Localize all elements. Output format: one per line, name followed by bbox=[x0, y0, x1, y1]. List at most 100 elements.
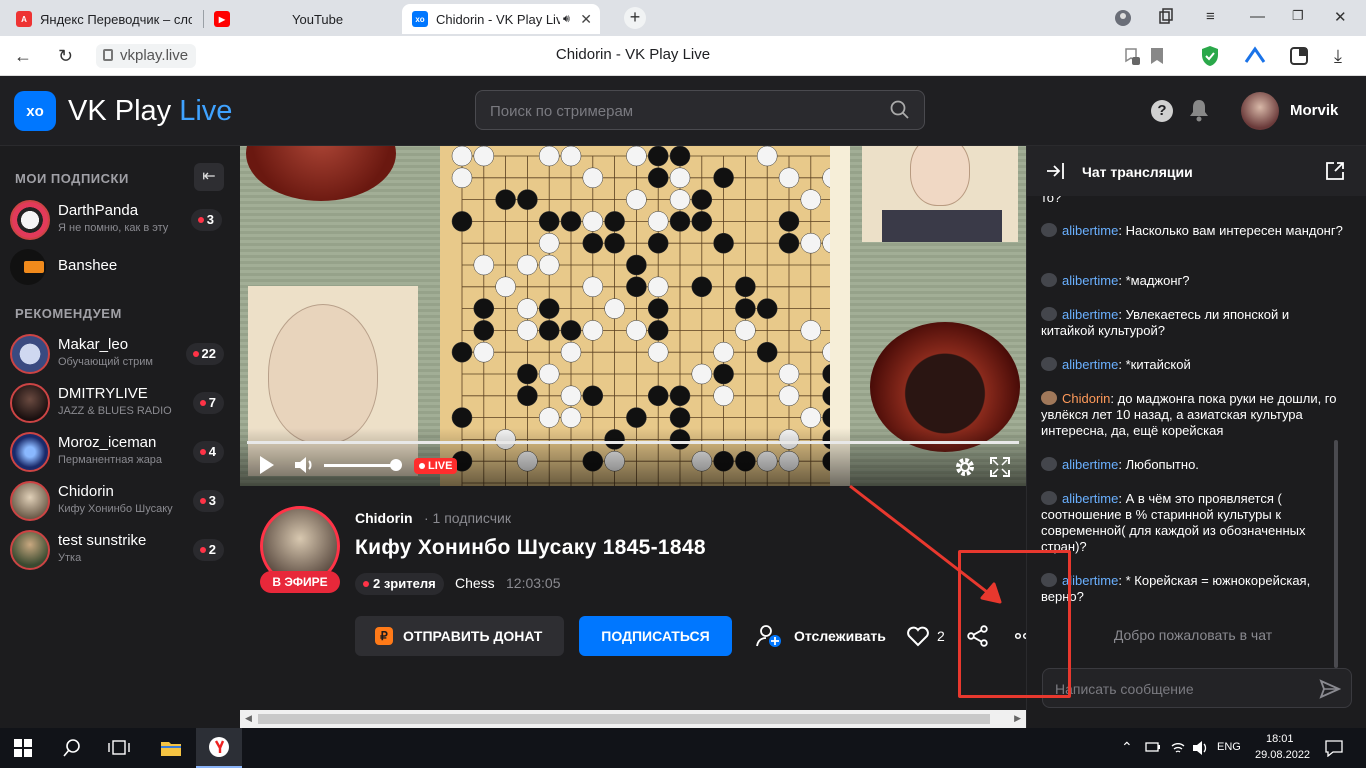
scroll-right-arrow-icon[interactable]: ▶ bbox=[1014, 713, 1021, 724]
search-input[interactable] bbox=[490, 100, 870, 122]
sidebar-item-moroz-iceman[interactable]: Moroz_iceman Перманентная жара 4 bbox=[10, 430, 230, 474]
send-icon[interactable] bbox=[1319, 678, 1341, 700]
chat-scrollbar[interactable] bbox=[1334, 440, 1338, 668]
profile-icon[interactable] bbox=[1114, 9, 1132, 27]
sidebar-item-subtitle: JAZZ & BLUES RADIO bbox=[58, 405, 172, 417]
protect-icon[interactable] bbox=[1122, 46, 1142, 66]
follow-icon[interactable] bbox=[756, 624, 782, 648]
sidebar-item-test-sunstrike[interactable]: test sunstrike Утка 2 bbox=[10, 528, 230, 572]
viewer-count-badge: 22 bbox=[185, 343, 224, 365]
category-link[interactable]: Chess bbox=[455, 575, 495, 591]
chat-text: Насколько вам интересен мандонг? bbox=[1125, 223, 1343, 238]
chat-avatar bbox=[1041, 457, 1057, 471]
chat-nick[interactable]: alibertime bbox=[1062, 457, 1118, 472]
taskbar-search-icon[interactable] bbox=[62, 738, 82, 758]
chat-message: alibertime: *маджонг? bbox=[1041, 273, 1346, 289]
horizontal-scrollbar[interactable]: ◀ ▶ bbox=[240, 710, 1026, 728]
portrait-image bbox=[862, 146, 1018, 242]
follow-button[interactable]: Отслеживать bbox=[794, 628, 886, 644]
volume-knob[interactable] bbox=[390, 459, 402, 471]
address-bar: ← ↻ vkplay.live Chidorin - VK Play Live … bbox=[0, 36, 1366, 76]
sidebar-item-chidorin[interactable]: Chidorin Кифу Хонинбо Шусаку 3 bbox=[10, 479, 230, 523]
scroll-left-arrow-icon[interactable]: ◀ bbox=[245, 713, 252, 724]
subscribe-button[interactable]: ПОДПИСАТЬСЯ bbox=[579, 616, 732, 656]
logo-text[interactable]: VK Play Live bbox=[68, 95, 232, 128]
menu-icon[interactable]: ≡ bbox=[1206, 8, 1215, 25]
battery-icon[interactable] bbox=[1145, 740, 1161, 754]
clock-date[interactable]: 29.08.2022 bbox=[1255, 749, 1310, 761]
chat-input[interactable] bbox=[1055, 679, 1305, 699]
sidebar-item-banshee[interactable]: Banshee bbox=[10, 245, 230, 289]
wifi-icon[interactable] bbox=[1170, 740, 1186, 756]
sidebar-item-darthpanda[interactable]: DarthPanda Я не помню, как в эту 3 bbox=[10, 198, 230, 242]
sidebar-item-name: Chidorin bbox=[58, 483, 114, 500]
scrollbar-thumb[interactable] bbox=[258, 714, 990, 724]
chat-avatar bbox=[1041, 573, 1057, 587]
gear-icon[interactable] bbox=[954, 456, 976, 478]
popout-chat-icon[interactable] bbox=[1325, 161, 1345, 181]
search-box bbox=[475, 90, 925, 130]
volume-slider[interactable] bbox=[324, 464, 396, 467]
extension-icon[interactable] bbox=[1244, 46, 1266, 66]
clock-time[interactable]: 18:01 bbox=[1266, 733, 1294, 745]
window-close-icon[interactable]: ✕ bbox=[1334, 8, 1347, 26]
chat-nick[interactable]: alibertime bbox=[1062, 573, 1118, 588]
sidebar-item-name: DMITRYLIVE bbox=[58, 385, 148, 402]
file-explorer-icon[interactable] bbox=[160, 738, 182, 758]
task-view-icon[interactable] bbox=[108, 738, 130, 758]
share-icon[interactable] bbox=[967, 625, 989, 647]
heart-icon[interactable] bbox=[906, 625, 930, 647]
restore-icon[interactable]: ❐ bbox=[1292, 8, 1304, 24]
tab-yandex-translate[interactable]: A Яндекс Переводчик – слов bbox=[6, 4, 202, 34]
close-tab-icon[interactable]: ✕ bbox=[580, 11, 592, 28]
donate-button[interactable]: ₽ ОТПРАВИТЬ ДОНАТ bbox=[355, 616, 564, 656]
play-icon[interactable] bbox=[260, 456, 274, 474]
chat-nick[interactable]: alibertime bbox=[1062, 223, 1118, 238]
search-icon[interactable] bbox=[890, 100, 910, 120]
bookmark-icon[interactable] bbox=[1150, 47, 1164, 65]
chat-nick[interactable]: alibertime bbox=[1062, 307, 1118, 322]
chat-nick[interactable]: alibertime bbox=[1062, 491, 1118, 506]
tab-label: Яндекс Переводчик – слов bbox=[40, 11, 192, 27]
taskbar-browser-button[interactable] bbox=[196, 728, 242, 768]
collections-icon[interactable] bbox=[1158, 8, 1174, 24]
speaker-icon[interactable]: 🔊︎ bbox=[563, 13, 570, 26]
chat-avatar bbox=[1041, 357, 1057, 371]
chat-nick[interactable]: alibertime bbox=[1062, 273, 1118, 288]
volume-tray-icon[interactable] bbox=[1192, 740, 1210, 756]
windows-start-icon[interactable] bbox=[14, 739, 32, 757]
chat-messages: то? alibertime: Насколько вам интересен … bbox=[1027, 196, 1357, 604]
tab-label: Chidorin - VK Play Live bbox=[436, 11, 560, 27]
video-player[interactable]: LIVE bbox=[240, 146, 1026, 486]
tab-youtube[interactable]: ▶ YouTube bbox=[204, 4, 400, 34]
download-icon[interactable]: ⤓ bbox=[1334, 46, 1342, 67]
sidebar-item-dmitrylive[interactable]: DMITRYLIVE JAZZ & BLUES RADIO 7 bbox=[10, 381, 230, 425]
puzzle-icon[interactable] bbox=[1288, 45, 1310, 67]
progress-bar[interactable] bbox=[247, 441, 1019, 444]
chat-nick[interactable]: Chidorin bbox=[1062, 391, 1110, 406]
help-icon[interactable]: ? bbox=[1151, 100, 1173, 122]
logo-text-main: VK Play bbox=[68, 95, 172, 127]
collapse-chat-icon[interactable] bbox=[1045, 161, 1065, 181]
chat-message: alibertime: *китайской bbox=[1041, 357, 1346, 373]
tab-chidorin[interactable]: xo Chidorin - VK Play Live 🔊︎ ✕ bbox=[402, 4, 600, 34]
chat-text: Любопытно. bbox=[1125, 457, 1199, 472]
stream-info: В ЭФИРЕ Chidorin · 1 подписчик Кифу Хони… bbox=[240, 486, 1029, 710]
vkplay-logo-icon[interactable]: xo bbox=[14, 91, 56, 131]
username[interactable]: Morvik bbox=[1290, 102, 1338, 119]
notifications-icon[interactable] bbox=[1325, 739, 1343, 757]
yandex-translate-icon: A bbox=[16, 11, 32, 27]
volume-icon[interactable] bbox=[294, 455, 316, 475]
tray-chevron-icon[interactable]: ⌃ bbox=[1121, 739, 1133, 756]
language-indicator[interactable]: ENG bbox=[1217, 741, 1241, 753]
collapse-sidebar-button[interactable]: ⇤ bbox=[194, 163, 224, 191]
sidebar-item-makar-leo[interactable]: Makar_leo Обучающий стрим 22 bbox=[10, 332, 230, 376]
fullscreen-icon[interactable] bbox=[990, 457, 1010, 477]
streamer-name[interactable]: Chidorin bbox=[355, 510, 413, 526]
user-avatar[interactable] bbox=[1241, 92, 1279, 130]
chat-nick[interactable]: alibertime bbox=[1062, 357, 1118, 372]
shield-icon[interactable] bbox=[1200, 45, 1220, 67]
minimize-icon[interactable]: — bbox=[1250, 8, 1265, 25]
bell-icon[interactable] bbox=[1188, 98, 1210, 122]
new-tab-button[interactable]: + bbox=[624, 7, 646, 29]
